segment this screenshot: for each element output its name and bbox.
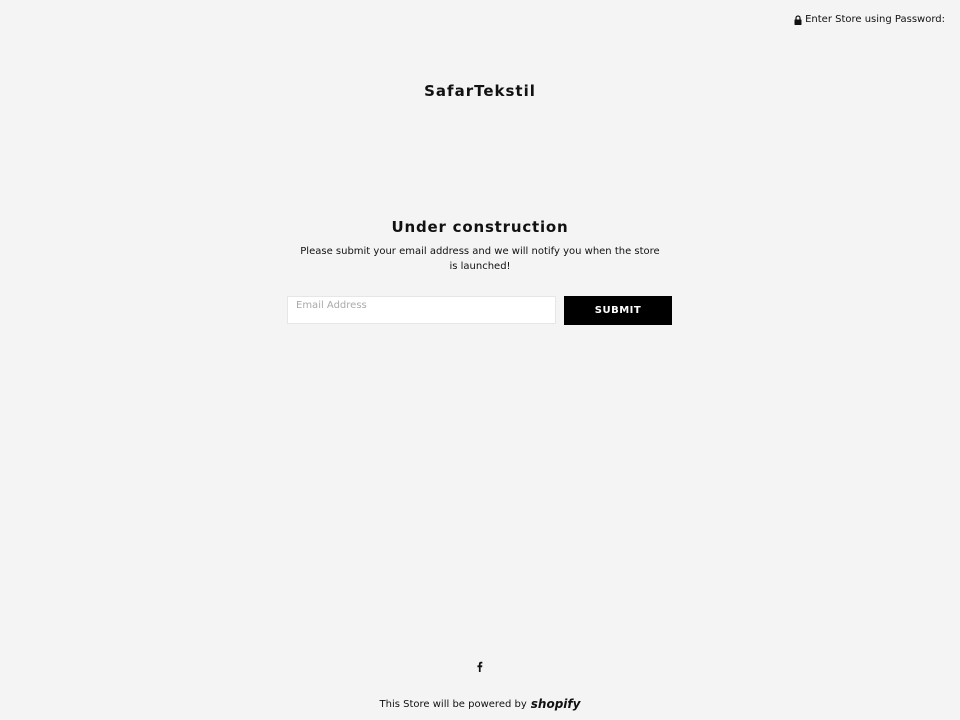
shopify-logo-link[interactable]: shopify [531, 697, 581, 711]
social-links [0, 657, 960, 676]
password-page: Enter Store using Password: SafarTekstil… [0, 0, 960, 720]
facebook-icon[interactable] [475, 661, 485, 672]
enter-password-label: Enter Store using Password: [805, 14, 945, 25]
submit-button[interactable]: SUBMIT [564, 296, 672, 325]
store-title: SafarTekstil [424, 82, 536, 100]
lock-icon [794, 14, 802, 25]
enter-password-link[interactable]: Enter Store using Password: [794, 14, 945, 25]
powered-by-footer: This Store will be powered by shopify [0, 697, 960, 711]
email-input[interactable] [287, 296, 556, 324]
powered-by-text: This Store will be powered by [379, 698, 527, 710]
notice-heading: Under construction [391, 218, 569, 236]
email-signup-form: SUBMIT [287, 296, 672, 325]
construction-notice: Under construction Please submit your em… [0, 218, 960, 274]
notice-text: Please submit your email address and we … [300, 246, 660, 272]
